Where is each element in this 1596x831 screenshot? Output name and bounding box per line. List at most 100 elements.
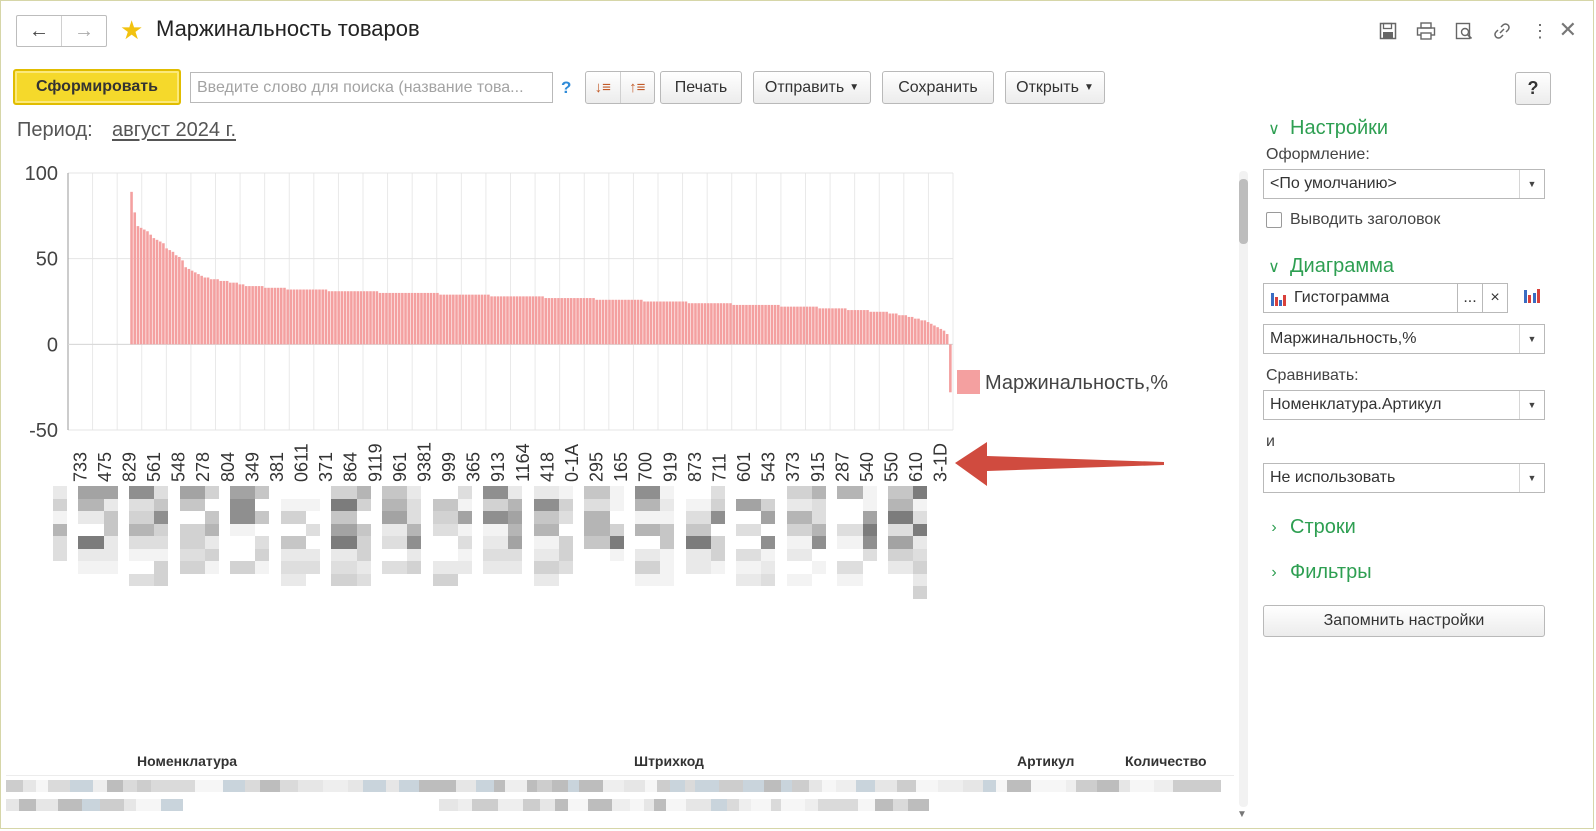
compare-select[interactable]: Номенклатура.Артикул ▼: [1263, 390, 1545, 420]
section-chart[interactable]: ∨ Диаграмма: [1266, 255, 1394, 278]
chart-bar: [910, 316, 914, 345]
save-icon[interactable]: [1375, 19, 1401, 43]
chevron-down-icon[interactable]: ▼: [1519, 391, 1544, 419]
chart-bar: [741, 304, 745, 345]
table-row[interactable]: [6, 799, 1221, 813]
obscured-pixel: [660, 573, 675, 586]
obscured-pixel: [612, 799, 630, 811]
section-filters[interactable]: › Фильтры: [1266, 561, 1371, 584]
chart-type-clear-button[interactable]: ×: [1482, 283, 1508, 313]
preview-icon[interactable]: [1451, 19, 1477, 43]
column-header-article[interactable]: Артикул: [1017, 753, 1074, 769]
column-header-quantity[interactable]: Количество: [1125, 753, 1207, 769]
show-header-checkbox[interactable]: [1266, 212, 1282, 228]
chart-bar: [499, 296, 503, 345]
sort-descending-icon[interactable]: ↓≡: [586, 72, 620, 103]
chart-bar: [604, 299, 608, 345]
y-tick-label: 0: [47, 334, 58, 356]
chart-bar: [480, 294, 484, 345]
obscured-pixel: [862, 536, 877, 549]
chevron-down-icon[interactable]: ▼: [1519, 325, 1544, 353]
chart-bar: [920, 320, 923, 345]
chart-bar: [283, 287, 286, 345]
section-settings[interactable]: ∨ Настройки: [1266, 117, 1388, 140]
open-button[interactable]: Открыть ▼: [1005, 71, 1105, 104]
section-rows[interactable]: › Строки: [1266, 516, 1355, 539]
obscured-pixel: [685, 548, 711, 561]
chart-palette-icon[interactable]: [1523, 287, 1543, 310]
obscured-pixel: [230, 561, 256, 574]
obscured-pixel: [154, 561, 169, 574]
chart-bar: [735, 304, 739, 345]
sort-ascending-icon[interactable]: ↑≡: [619, 72, 655, 103]
obscured-pixel: [48, 780, 70, 792]
chart-bar: [337, 291, 340, 345]
obscured-pixel: [916, 780, 938, 792]
chart-bar: [267, 287, 270, 345]
obscured-pixel: [670, 780, 685, 792]
send-button[interactable]: Отправить ▼: [753, 71, 871, 104]
x-tick-label: 733: [70, 452, 90, 482]
chart-bar: [866, 310, 869, 345]
favorite-star-icon[interactable]: ★: [120, 16, 143, 44]
chevron-down-icon[interactable]: ▼: [1519, 464, 1544, 492]
back-button[interactable]: ←: [17, 16, 61, 46]
forward-button[interactable]: →: [61, 16, 106, 46]
help-button[interactable]: ?: [1515, 72, 1551, 105]
chart-bar: [378, 292, 382, 345]
show-header-label[interactable]: Выводить заголовок: [1290, 211, 1440, 229]
scroll-down-icon[interactable]: ▼: [1237, 809, 1247, 820]
obscured-pixel: [609, 486, 624, 499]
obscured-pixel: [584, 511, 610, 524]
search-help-icon[interactable]: ?: [561, 78, 571, 98]
table-row[interactable]: [6, 780, 1221, 794]
obscured-pixel: [743, 780, 764, 792]
search-input[interactable]: [190, 72, 553, 103]
column-header-barcode[interactable]: Штрихкод: [634, 753, 704, 769]
chevron-down-icon[interactable]: ▼: [1519, 170, 1544, 198]
period-link[interactable]: август 2024 г.: [112, 119, 236, 142]
obscured-pixel: [488, 799, 498, 811]
obscured-pixel: [128, 511, 155, 524]
measure-select[interactable]: Маржинальность,% ▼: [1263, 324, 1545, 354]
obscured-pixel: [537, 780, 552, 792]
obscured-pixel: [381, 498, 408, 511]
obscured-pixel: [53, 548, 67, 561]
column-header-nomenclature[interactable]: Номенклатура: [137, 753, 237, 769]
chart-bar: [477, 294, 481, 345]
remember-settings-button[interactable]: Запомнить настройки: [1263, 605, 1545, 637]
obscured-pixel: [1173, 780, 1194, 792]
chart-bar: [576, 298, 579, 345]
design-select[interactable]: <По умолчанию> ▼: [1263, 169, 1545, 199]
chart-bar: [949, 344, 952, 393]
second-compare-select[interactable]: Не использовать ▼: [1263, 463, 1545, 493]
chart-type-field[interactable]: Гистограмма: [1263, 283, 1458, 313]
obscured-pixel: [862, 498, 877, 511]
scrollbar-track[interactable]: [1239, 171, 1248, 807]
close-icon[interactable]: ✕: [1559, 17, 1577, 43]
chart-bar: [853, 310, 857, 345]
scrollbar-thumb[interactable]: [1239, 179, 1248, 244]
obscured-pixel: [137, 780, 151, 792]
period-label: Период:: [17, 119, 93, 141]
chart-bar: [165, 248, 168, 345]
print-button[interactable]: Печать: [660, 71, 742, 104]
chart-bar: [592, 298, 595, 345]
obscured-pixel: [6, 799, 19, 811]
chart-bar: [678, 301, 681, 345]
obscured-pixel: [1194, 780, 1209, 792]
chart-bar: [840, 308, 844, 345]
save-button[interactable]: Сохранить: [882, 71, 994, 104]
link-icon[interactable]: [1489, 19, 1515, 43]
obscured-pixel: [407, 523, 422, 536]
chart-bar: [318, 289, 321, 345]
more-icon[interactable]: ⋮: [1527, 19, 1553, 43]
obscured-pixel: [154, 498, 169, 511]
obscured-pixel: [552, 780, 568, 792]
obscured-pixel: [204, 486, 219, 499]
generate-button[interactable]: Сформировать: [13, 69, 181, 105]
print-icon[interactable]: [1413, 19, 1439, 43]
chart-type-select-button[interactable]: ...: [1457, 283, 1483, 313]
obscured-pixel: [508, 561, 523, 574]
obscured-pixel: [540, 799, 555, 811]
